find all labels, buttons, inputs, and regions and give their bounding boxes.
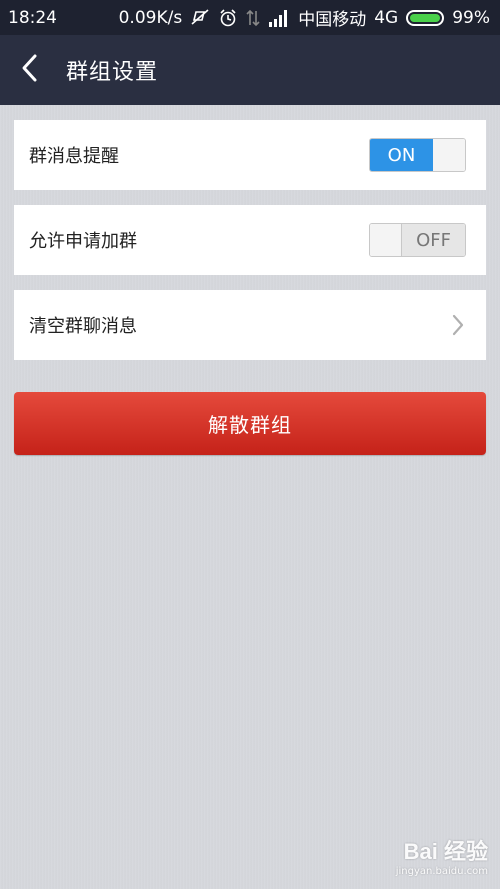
alarm-icon xyxy=(218,8,238,28)
data-arrows-icon xyxy=(246,8,260,28)
chevron-right-icon xyxy=(450,313,466,337)
group-notify-toggle[interactable]: ON xyxy=(369,138,466,172)
toggle-state-on: ON xyxy=(370,139,433,171)
setting-label: 允许申请加群 xyxy=(29,231,137,252)
watermark-brand: Bai 经验 xyxy=(403,839,488,864)
setting-row-clear-messages[interactable]: 清空群聊消息 xyxy=(14,290,486,360)
status-bar: 18:24 0.09K/s 中国移动 4G 99% xyxy=(0,0,500,35)
toggle-state-off: OFF xyxy=(402,224,465,256)
battery-icon xyxy=(406,9,445,26)
battery-percent: 99% xyxy=(452,7,490,28)
page-title: 群组设置 xyxy=(66,60,159,85)
header-bar: 群组设置 xyxy=(0,35,500,105)
network-type: 4G xyxy=(374,7,399,28)
setting-row-allow-join: 允许申请加群 OFF xyxy=(14,205,486,275)
signal-icon xyxy=(268,9,290,27)
allow-join-toggle[interactable]: OFF xyxy=(369,223,466,257)
setting-label: 群消息提醒 xyxy=(29,146,119,167)
chevron-left-icon xyxy=(20,53,40,87)
toggle-knob xyxy=(370,224,402,256)
watermark-url: jingyan.baidu.com xyxy=(395,866,488,877)
mute-icon xyxy=(190,8,210,28)
setting-row-group-notify: 群消息提醒 ON xyxy=(14,120,486,190)
watermark: Bai 经验 jingyan.baidu.com xyxy=(396,834,488,877)
back-button[interactable] xyxy=(0,35,60,105)
status-time: 18:24 xyxy=(8,7,57,28)
toggle-knob xyxy=(433,139,465,171)
network-speed: 0.09K/s xyxy=(118,7,183,28)
dissolve-group-button[interactable]: 解散群组 xyxy=(14,392,486,455)
carrier-name: 中国移动 xyxy=(298,10,367,30)
setting-label: 清空群聊消息 xyxy=(29,316,137,337)
